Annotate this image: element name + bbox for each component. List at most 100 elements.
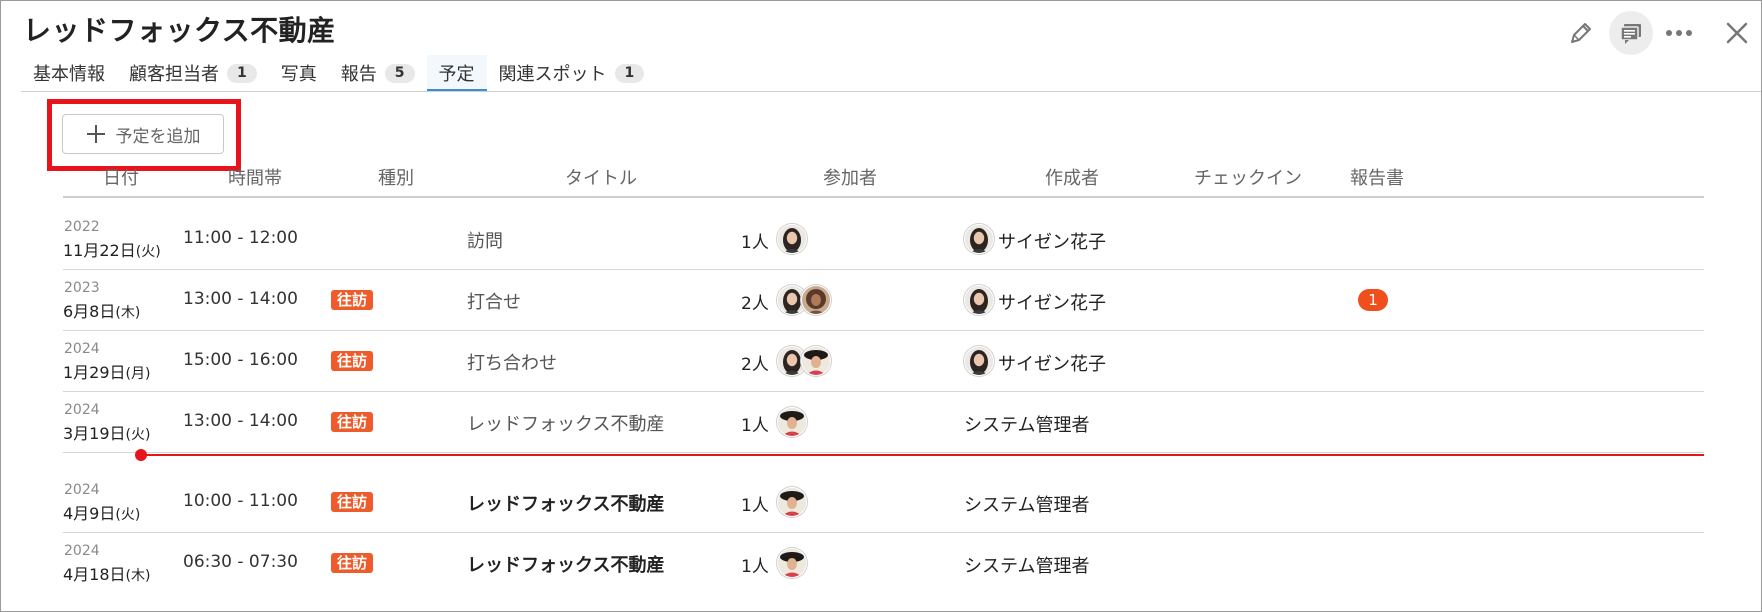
tab-schedule[interactable]: 予定 (426, 55, 487, 92)
row-year: 2024 (64, 543, 100, 559)
row-time: 11:00 - 12:00 (183, 228, 298, 248)
row-title[interactable]: レッドフォックス不動産 (467, 551, 664, 577)
row-year: 2024 (64, 341, 100, 357)
comment-icon (1620, 24, 1641, 44)
row-date: 6月8日(木) (63, 298, 140, 322)
tab-label: 写真 (280, 64, 317, 85)
tab-basic-info[interactable]: 基本情報 (21, 55, 117, 91)
row-time: 06:30 - 07:30 (183, 552, 298, 572)
pencil-icon (1571, 23, 1591, 43)
row-weekday: (木) (125, 568, 151, 584)
row-title[interactable]: レッドフォックス不動産 (467, 490, 664, 516)
row-participant-count: 1人 (741, 557, 769, 577)
row-date: 11月22日(火) (63, 237, 161, 261)
column-header-creator[interactable]: 作成者 (1045, 164, 1099, 190)
avatar (801, 346, 831, 376)
row-report-badge[interactable]: 1 (1358, 289, 1388, 311)
row-weekday: (火) (125, 427, 151, 443)
tab-customer-contacts[interactable]: 顧客担当者 1 (117, 55, 269, 91)
row-weekday: (火) (115, 507, 141, 523)
edit-button[interactable] (1559, 11, 1603, 55)
row-type-badge: 往訪 (331, 290, 374, 310)
row-time: 15:00 - 16:00 (183, 350, 298, 370)
row-year: 2022 (64, 219, 100, 235)
row-month-day: 6月8日 (63, 302, 116, 321)
row-date: 4月9日(火) (63, 500, 140, 524)
row-time: 13:00 - 14:00 (183, 411, 298, 431)
more-button[interactable] (1657, 11, 1701, 55)
row-creator-name: システム管理者 (964, 556, 1090, 577)
row-date: 1月29日(月) (63, 359, 150, 383)
row-creator-name: システム管理者 (964, 415, 1090, 436)
row-date: 4月18日(木) (63, 561, 150, 585)
column-header-type[interactable]: 種別 (378, 164, 414, 190)
row-title[interactable]: 打合せ (467, 288, 521, 314)
row-month-day: 11月22日 (63, 241, 136, 260)
table-row[interactable]: 2024 3月19日(火) 13:00 - 14:00 往訪 レッドフォックス不動産 1人… (63, 391, 1704, 453)
current-time-line (141, 454, 1704, 456)
row-type-badge: 往訪 (331, 492, 374, 512)
row-month-day: 4月9日 (63, 504, 116, 523)
row-year: 2024 (64, 402, 100, 418)
avatar (801, 285, 831, 315)
row-month-day: 1月29日 (63, 363, 126, 382)
tab-label: 関連スポット (498, 64, 607, 85)
avatar (964, 285, 994, 315)
avatar (964, 346, 994, 376)
row-time: 10:00 - 11:00 (183, 491, 298, 511)
avatar (777, 407, 807, 437)
row-participant-count: 1人 (741, 496, 769, 516)
row-weekday: (月) (125, 366, 151, 382)
column-header-participants[interactable]: 参加者 (823, 164, 877, 190)
row-weekday: (木) (115, 305, 141, 321)
highlight-box (47, 99, 241, 171)
row-title[interactable]: 打ち合わせ (467, 349, 557, 375)
row-month-day: 4月18日 (63, 565, 126, 584)
table-row[interactable]: 2023 6月8日(木) 13:00 - 14:00 往訪 打合せ 2人 サイゼン花子 1 (63, 269, 1704, 331)
row-creator-name: サイゼン花子 (998, 232, 1106, 253)
row-year: 2023 (64, 280, 100, 296)
schedule-panel: レッドフォックス不動産 基本情報 顧客担当者 1 写真 報告 5 予定 関連スポ… (0, 0, 1762, 612)
column-header-checkin[interactable]: チェックイン (1194, 164, 1302, 190)
tab-related-spots[interactable]: 関連スポット 1 (487, 55, 657, 91)
row-type-badge: 往訪 (331, 412, 374, 432)
row-month-day: 3月19日 (63, 424, 126, 443)
row-participant-count: 1人 (741, 233, 769, 253)
tab-label: 顧客担当者 (129, 64, 219, 85)
row-type-badge: 往訪 (331, 553, 374, 573)
tab-count-badge: 1 (227, 63, 257, 83)
row-time: 13:00 - 14:00 (183, 289, 298, 309)
close-button[interactable] (1715, 11, 1759, 55)
comments-button[interactable] (1609, 11, 1653, 55)
row-title[interactable]: 訪問 (467, 227, 503, 253)
avatar (777, 224, 807, 254)
tab-label: 基本情報 (33, 64, 105, 85)
row-participant-count: 2人 (741, 355, 769, 375)
column-header-date[interactable]: 日付 (103, 164, 139, 190)
table-row[interactable]: 2024 4月9日(火) 10:00 - 11:00 往訪 レッドフォックス不動産 1人 シ… (63, 471, 1704, 533)
table-row[interactable]: 2022 11月22日(火) 11:00 - 12:00 訪問 1人 サイゼン花子 (63, 208, 1704, 270)
column-header-report[interactable]: 報告書 (1350, 164, 1404, 190)
close-icon (1726, 22, 1748, 44)
tabs-divider (21, 91, 1761, 92)
row-date: 3月19日(火) (63, 420, 150, 444)
row-title[interactable]: レッドフォックス不動産 (467, 410, 664, 436)
tab-label: 予定 (438, 64, 475, 85)
avatar (777, 487, 807, 517)
column-header-title[interactable]: タイトル (565, 164, 637, 190)
tab-reports[interactable]: 報告 5 (329, 55, 427, 91)
column-header-time[interactable]: 時間帯 (228, 164, 282, 190)
table-row[interactable]: 2024 1月29日(月) 15:00 - 16:00 往訪 打ち合わせ 2人 サイゼン花子 (63, 330, 1704, 392)
row-type-badge: 往訪 (331, 351, 374, 371)
tab-photos[interactable]: 写真 (269, 55, 329, 91)
row-participant-count: 2人 (741, 294, 769, 314)
row-creator-name: サイゼン花子 (998, 293, 1106, 314)
current-time-marker (135, 449, 147, 461)
table-row[interactable]: 2024 4月18日(木) 06:30 - 07:30 往訪 レッドフォックス不動産 1人… (63, 532, 1704, 593)
more-icon (1666, 30, 1692, 36)
row-creator-name: サイゼン花子 (998, 354, 1106, 375)
row-year: 2024 (64, 482, 100, 498)
avatar (777, 548, 807, 578)
tab-count-badge: 5 (384, 63, 415, 83)
tab-bar: 基本情報 顧客担当者 1 写真 報告 5 予定 関連スポット 1 (21, 55, 657, 92)
